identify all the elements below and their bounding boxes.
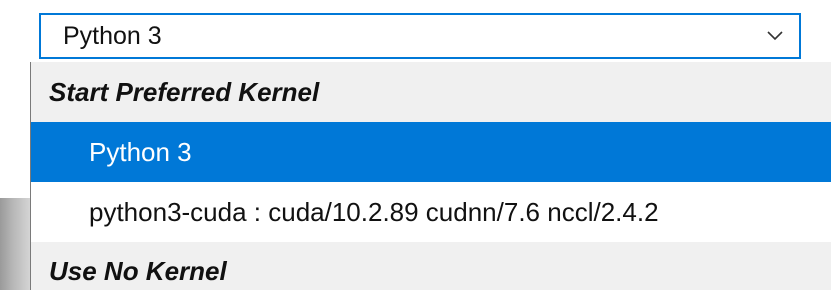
kernel-selector-screen: Python 3 Start Preferred Kernel Python 3…	[0, 0, 831, 290]
group-header-use-no-kernel[interactable]: Use No Kernel	[31, 242, 831, 290]
kernel-dropdown-list: Start Preferred Kernel Python 3 python3-…	[30, 62, 831, 290]
option-python3-cuda[interactable]: python3-cuda : cuda/10.2.89 cudnn/7.6 nc…	[31, 182, 831, 242]
group-header-start-preferred-kernel: Start Preferred Kernel	[31, 62, 831, 122]
kernel-select[interactable]: Python 3	[39, 13, 801, 59]
kernel-select-value: Python 3	[63, 21, 162, 50]
option-python3[interactable]: Python 3	[31, 122, 831, 182]
background-panel	[0, 198, 30, 290]
chevron-down-icon[interactable]	[765, 26, 785, 46]
